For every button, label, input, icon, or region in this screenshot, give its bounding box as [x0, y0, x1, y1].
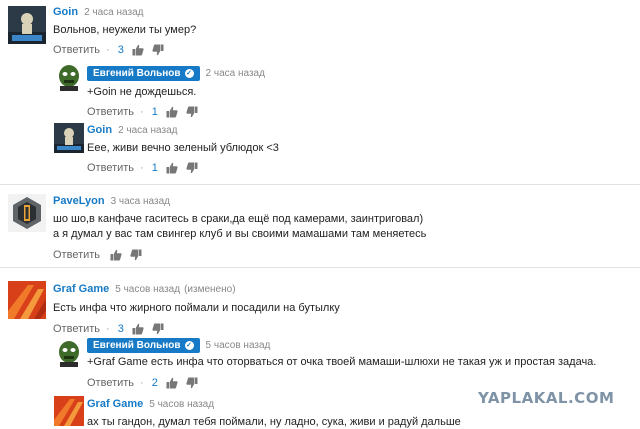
comment-time[interactable]: 3 часа назад [111, 196, 170, 207]
comment-text: ах ты гандон, думал тебя поймали, ну лад… [87, 416, 461, 428]
like-count: 1 [151, 106, 158, 118]
thread-divider [0, 184, 640, 185]
site-watermark: YAPLAKAL.COM [478, 389, 615, 407]
comment-time[interactable]: 5 часов назад [115, 284, 180, 295]
avatar-pavelyon[interactable] [8, 194, 46, 232]
author-badge[interactable]: Евгений Вольнов ✓ [87, 65, 200, 81]
comment-time[interactable]: 5 часов назад [149, 399, 214, 410]
verified-check-icon: ✓ [184, 340, 194, 350]
avatar-graf-game-image [8, 281, 46, 319]
reply-button[interactable]: Ответить [87, 377, 134, 389]
reply-button[interactable]: Ответить [53, 44, 100, 56]
comment-author[interactable]: Goin [87, 124, 112, 136]
comment-author: Евгений Вольнов [93, 67, 181, 79]
edited-label: (изменено) [184, 283, 236, 295]
comment-text: Есть инфа что жирного поймали и посадили… [53, 302, 340, 314]
thumbs-up-icon[interactable] [166, 106, 178, 118]
thumbs-down-icon[interactable] [152, 323, 164, 335]
separator-dot: · [106, 44, 110, 56]
thumbs-down-icon[interactable] [186, 106, 198, 118]
thumbs-up-icon[interactable] [166, 377, 178, 389]
comment-time[interactable]: 2 часа назад [84, 7, 143, 18]
like-count: 3 [117, 323, 124, 335]
comment-author[interactable]: Graf Game [87, 398, 143, 410]
thumbs-up-icon[interactable] [132, 323, 144, 335]
separator-dot: · [140, 377, 144, 389]
thread-divider [0, 267, 640, 268]
comment-time[interactable]: 5 часов назад [206, 340, 271, 351]
thumbs-up-icon[interactable] [166, 162, 178, 174]
thumbs-down-icon[interactable] [152, 44, 164, 56]
comment-text: +Goin не дождешься. [87, 86, 197, 98]
avatar-volnov-image [54, 62, 84, 92]
comment-text: +Graf Game есть инфа что оторваться от о… [87, 356, 597, 368]
comment-text-line-1: шо шо,в канфаче гаситесь в сраки,да ещё … [53, 213, 424, 225]
reply-button[interactable]: Ответить [53, 323, 100, 335]
comment-time[interactable]: 2 часа назад [206, 68, 265, 79]
thumbs-up-icon[interactable] [132, 44, 144, 56]
like-count: 2 [151, 377, 158, 389]
avatar-goin-image [8, 6, 46, 44]
comment-text: Вольнов, неужели ты умер? [53, 24, 197, 36]
comment-text-line-2: а я думал у вас там свингер клуб и вы св… [53, 228, 427, 240]
thumbs-down-icon[interactable] [186, 377, 198, 389]
avatar-graf-game-image [54, 396, 84, 426]
comment-text: Еее, живи вечно зеленый ублюдок <3 [87, 142, 279, 154]
thumbs-up-icon[interactable] [110, 249, 122, 261]
avatar-volnov[interactable] [54, 338, 84, 368]
comment-author[interactable]: PaveLyon [53, 195, 105, 207]
separator-dot: · [140, 106, 144, 118]
thumbs-down-icon[interactable] [130, 249, 142, 261]
separator-dot: · [140, 162, 144, 174]
avatar-goin-image [54, 123, 84, 153]
separator-dot: · [106, 323, 110, 335]
reply-button[interactable]: Ответить [87, 106, 134, 118]
comment-author[interactable]: Goin [53, 6, 78, 18]
like-count: 3 [117, 44, 124, 56]
author-badge[interactable]: Евгений Вольнов ✓ [87, 337, 200, 353]
avatar-goin[interactable] [8, 6, 46, 44]
verified-check-icon: ✓ [184, 68, 194, 78]
comment-author[interactable]: Graf Game [53, 283, 109, 295]
avatar-graf-game[interactable] [54, 396, 84, 426]
thumbs-down-icon[interactable] [186, 162, 198, 174]
like-count: 1 [151, 162, 158, 174]
avatar-volnov-image [54, 338, 84, 368]
avatar-graf-game[interactable] [8, 281, 46, 319]
avatar-volnov[interactable] [54, 62, 84, 92]
comment-time[interactable]: 2 часа назад [118, 125, 177, 136]
comment-author: Евгений Вольнов [93, 339, 181, 351]
reply-button[interactable]: Ответить [87, 162, 134, 174]
avatar-goin[interactable] [54, 123, 84, 153]
reply-button[interactable]: Ответить [53, 249, 100, 261]
avatar-pavelyon-image [8, 194, 46, 232]
